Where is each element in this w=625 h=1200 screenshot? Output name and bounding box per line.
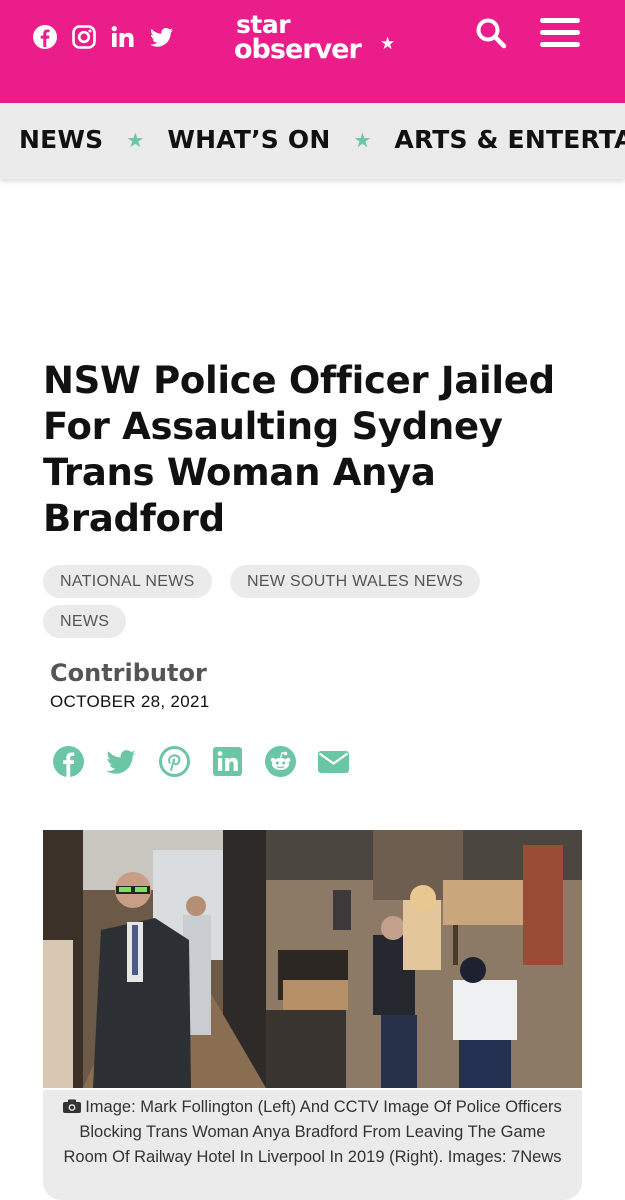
article-photo xyxy=(43,830,582,1088)
site-logo[interactable]: star observer ★ xyxy=(234,10,396,70)
linkedin-icon[interactable] xyxy=(110,24,136,50)
share-buttons xyxy=(52,745,350,778)
facebook-icon[interactable] xyxy=(32,24,58,50)
share-linkedin-icon[interactable] xyxy=(211,745,244,778)
share-pinterest-icon[interactable] xyxy=(158,745,191,778)
social-links xyxy=(32,24,175,50)
tag-national-news[interactable]: NATIONAL NEWS xyxy=(43,565,212,598)
nav-item-news[interactable]: NEWS xyxy=(19,125,103,154)
tag-news[interactable]: NEWS xyxy=(43,605,127,638)
logo-star-icon: ★ xyxy=(380,34,396,54)
logo-line-2: observer xyxy=(234,34,362,65)
camera-icon xyxy=(63,1099,82,1113)
article-date: OCTOBER 28, 2021 xyxy=(50,692,210,711)
nav-separator-star-icon: ★ xyxy=(353,127,372,152)
nav-item-whats-on[interactable]: WHAT’S ON xyxy=(167,125,330,154)
category-nav: NEWS ★ WHAT’S ON ★ ARTS & ENTERTAINMENT xyxy=(0,103,625,179)
share-twitter-icon[interactable] xyxy=(105,745,138,778)
caption-text: Image: Mark Follington (Left) And CCTV I… xyxy=(63,1098,562,1166)
share-facebook-icon[interactable] xyxy=(52,745,85,778)
twitter-icon[interactable] xyxy=(149,24,175,50)
share-email-icon[interactable] xyxy=(317,745,350,778)
article-title: NSW Police Officer Jailed For Assaulting… xyxy=(43,359,555,540)
nav-separator-star-icon: ★ xyxy=(126,127,145,152)
site-header: star observer ★ xyxy=(0,0,625,103)
nav-item-arts-entertainment[interactable]: ARTS & ENTERTAINMENT xyxy=(394,125,625,154)
hamburger-menu-icon[interactable] xyxy=(540,18,582,48)
search-icon[interactable] xyxy=(474,16,508,50)
instagram-icon[interactable] xyxy=(71,24,97,50)
share-reddit-icon[interactable] xyxy=(264,745,297,778)
tag-new-south-wales-news[interactable]: NEW SOUTH WALES NEWS xyxy=(230,565,481,598)
article-author[interactable]: Contributor xyxy=(50,659,207,687)
photo-caption: Image: Mark Follington (Left) And CCTV I… xyxy=(43,1090,582,1200)
